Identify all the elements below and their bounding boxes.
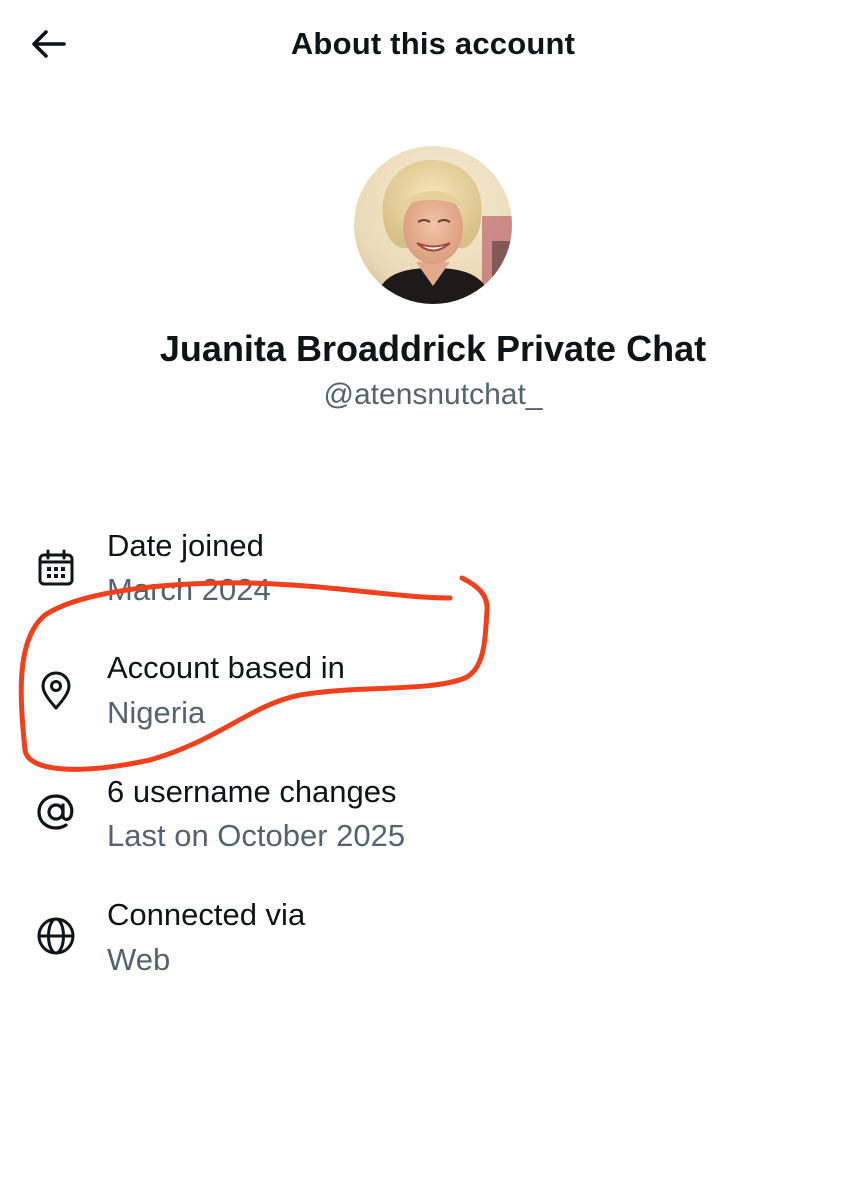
globe-icon xyxy=(32,912,80,960)
avatar[interactable] xyxy=(354,146,512,304)
profile-photo xyxy=(354,146,512,304)
connected-via-label: Connected via xyxy=(107,897,306,932)
info-row-connected-via: Connected via Web xyxy=(0,895,866,995)
account-based-in-label: Account based in xyxy=(107,650,345,685)
profile-name: Juanita Broaddrick Private Chat xyxy=(159,328,707,369)
at-sign-icon xyxy=(32,788,80,836)
calendar-icon xyxy=(32,544,80,592)
connected-via-value: Web xyxy=(107,942,171,977)
top-bar: About this account xyxy=(0,0,866,90)
date-joined-label: Date joined xyxy=(107,528,264,563)
page-title: About this account xyxy=(290,26,576,61)
info-row-username-changes: 6 username changes Last on October 2025 xyxy=(0,772,866,872)
location-pin-icon xyxy=(32,667,80,715)
account-based-in-value: Nigeria xyxy=(107,695,206,730)
date-joined-value: March 2024 xyxy=(107,572,271,607)
profile-handle: @atensnutchat_ xyxy=(323,378,543,411)
username-changes-label: 6 username changes xyxy=(107,774,397,809)
info-row-date-joined: Date joined March 2024 xyxy=(0,526,866,626)
info-row-account-based-in: Account based in Nigeria xyxy=(0,648,866,748)
username-changes-value: Last on October 2025 xyxy=(107,818,406,853)
